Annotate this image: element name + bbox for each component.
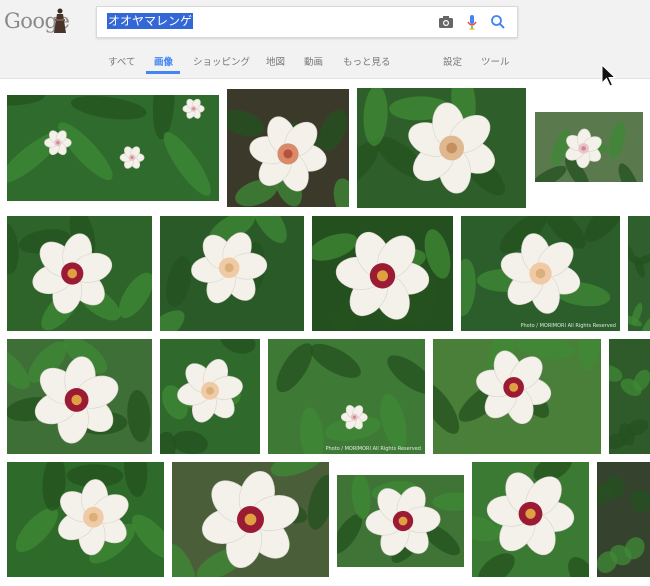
image-result-16[interactable]: [172, 462, 329, 577]
magnolia-photo: [7, 339, 152, 454]
magnolia-photo: [7, 95, 219, 201]
image-result-4[interactable]: [535, 112, 643, 182]
image-results-grid: Photo / MORIMORI All Rights Reserved Phot…: [0, 0, 650, 586]
image-result-7[interactable]: [312, 216, 453, 331]
magnolia-photo: [337, 475, 464, 567]
magnolia-photo: [268, 339, 425, 454]
magnolia-photo: [628, 216, 650, 331]
magnolia-photo: [172, 462, 329, 577]
magnolia-photo: [433, 339, 601, 454]
image-result-9[interactable]: [628, 216, 650, 331]
magnolia-photo: [160, 216, 304, 331]
magnolia-photo: [535, 112, 643, 182]
magnolia-photo: [609, 339, 650, 454]
magnolia-photo: [472, 462, 589, 577]
image-result-19[interactable]: [597, 462, 650, 577]
magnolia-photo: [357, 88, 526, 208]
magnolia-photo: [160, 339, 260, 454]
image-result-3[interactable]: [357, 88, 526, 208]
photo-watermark: Photo / MORIMORI All Rights Reserved: [520, 323, 616, 329]
magnolia-photo: [227, 89, 349, 207]
magnolia-photo: [7, 216, 152, 331]
image-result-10[interactable]: [7, 339, 152, 454]
image-result-15[interactable]: [7, 462, 164, 577]
image-result-5[interactable]: [7, 216, 152, 331]
magnolia-photo: [597, 462, 650, 577]
image-result-8[interactable]: Photo / MORIMORI All Rights Reserved: [461, 216, 620, 331]
image-result-6[interactable]: [160, 216, 304, 331]
image-result-13[interactable]: [433, 339, 601, 454]
image-result-12[interactable]: Photo / MORIMORI All Rights Reserved: [268, 339, 425, 454]
magnolia-photo: [7, 462, 164, 577]
magnolia-photo: [312, 216, 453, 331]
image-result-14[interactable]: [609, 339, 650, 454]
image-result-17[interactable]: [337, 475, 464, 567]
photo-watermark: Photo / MORIMORI All Rights Reserved: [325, 446, 421, 452]
image-result-2[interactable]: [227, 89, 349, 207]
image-result-11[interactable]: [160, 339, 260, 454]
image-result-1[interactable]: [7, 95, 219, 201]
image-result-18[interactable]: [472, 462, 589, 577]
magnolia-photo: [461, 216, 620, 331]
